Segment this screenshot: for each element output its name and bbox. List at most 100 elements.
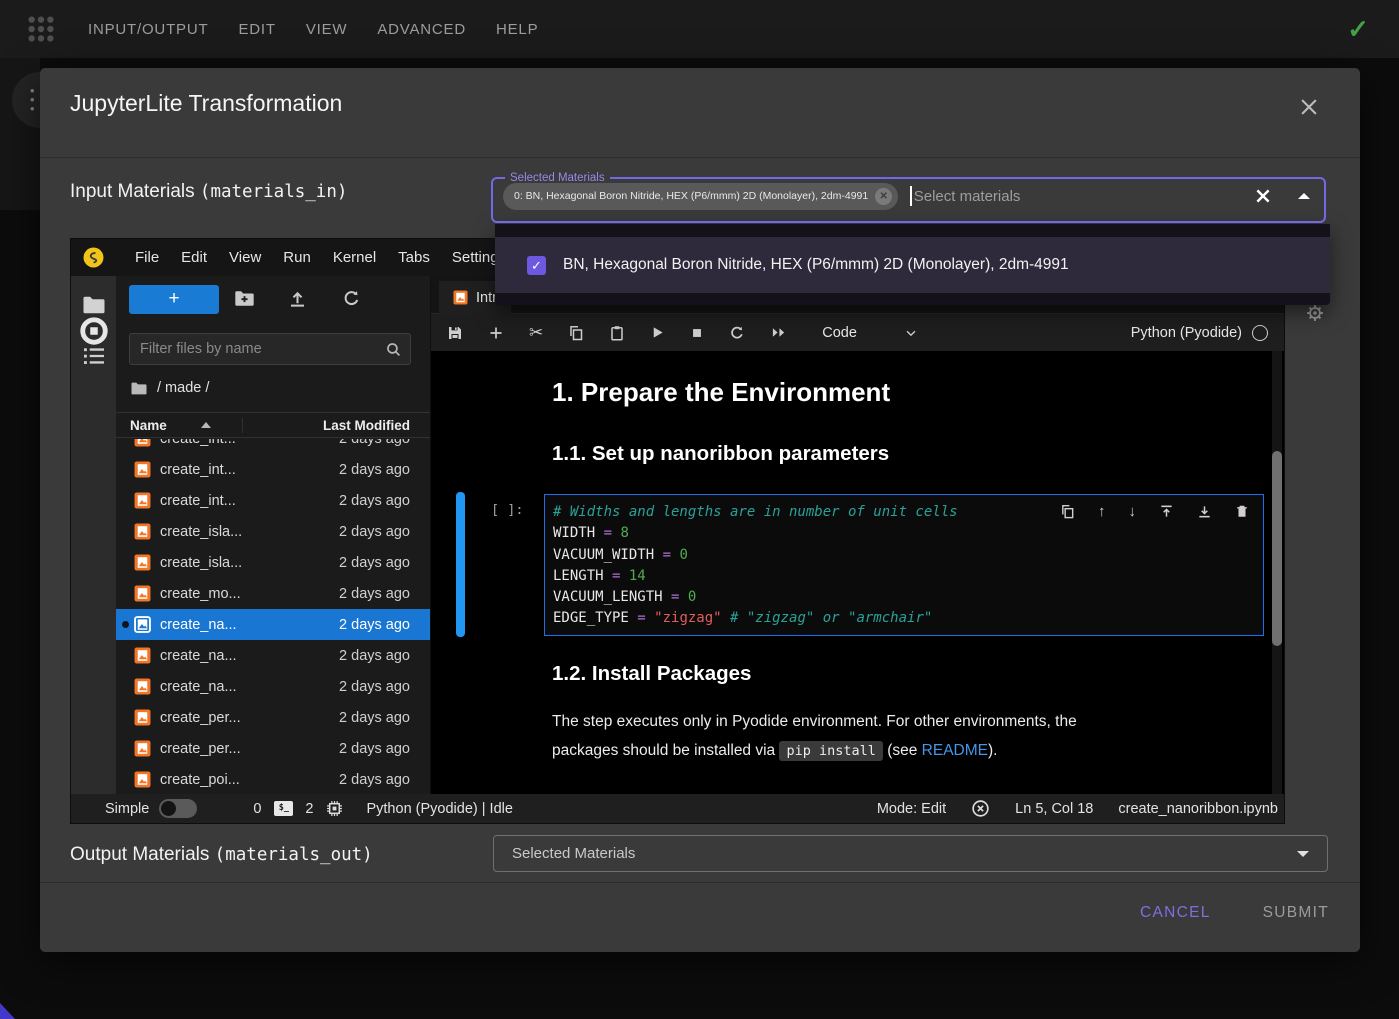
file-row[interactable]: create_na...2 days ago xyxy=(116,640,430,671)
duplicate-cell-icon[interactable] xyxy=(1060,504,1075,519)
input-materials-select[interactable]: Selected Materials 0: BN, Hexagonal Boro… xyxy=(491,172,1326,223)
move-cell-up-icon[interactable]: ↑ xyxy=(1098,503,1106,520)
jlab-menu-view[interactable]: View xyxy=(218,249,272,266)
file-browser-icon[interactable] xyxy=(82,294,106,316)
jupyterlite-transformation-dialog: JupyterLite Transformation Input Materia… xyxy=(40,68,1360,952)
file-name: create_mo... xyxy=(160,586,241,602)
move-cell-down-icon[interactable]: ↓ xyxy=(1129,503,1137,520)
material-chip[interactable]: 0: BN, Hexagonal Boron Nitride, HEX (P6/… xyxy=(503,183,898,210)
notebook-content[interactable]: 1. Prepare the Environment 1.1. Set up n… xyxy=(431,351,1284,794)
insert-cell-above-icon[interactable] xyxy=(1159,504,1174,519)
kernels-count[interactable]: 2 xyxy=(305,801,313,817)
chevron-down-icon[interactable] xyxy=(904,326,918,340)
notebook-toolbar: ✂ xyxy=(431,314,1284,351)
editor-mode[interactable]: Mode: Edit xyxy=(877,801,946,817)
menu-help[interactable]: HELP xyxy=(496,21,538,38)
kernel-status-text[interactable]: Python (Pyodide) | Idle xyxy=(366,801,512,817)
collapse-dropdown-icon[interactable] xyxy=(1298,193,1310,199)
dropdown-option[interactable]: ✓ BN, Hexagonal Boron Nitride, HEX (P6/m… xyxy=(495,237,1330,293)
restart-kernel-icon[interactable] xyxy=(729,325,745,341)
menu-edit[interactable]: EDIT xyxy=(238,21,275,38)
column-name[interactable]: Name xyxy=(116,418,242,433)
cell-toolbar: ↑ ↓ xyxy=(1060,503,1249,520)
cursor-position[interactable]: Ln 5, Col 18 xyxy=(1015,801,1093,817)
breadcrumb[interactable]: / made / xyxy=(130,380,209,396)
menu-view[interactable]: VIEW xyxy=(306,21,348,38)
file-modified: 2 days ago xyxy=(339,462,410,478)
delete-cell-icon[interactable] xyxy=(1235,504,1249,519)
file-row[interactable]: create_per...2 days ago xyxy=(116,733,430,764)
gear-icon[interactable] xyxy=(1306,304,1324,322)
file-row[interactable]: create_per...2 days ago xyxy=(116,702,430,733)
submit-button[interactable]: SUBMIT xyxy=(1263,904,1329,922)
file-row[interactable]: create_na...2 days ago xyxy=(116,609,430,640)
jupyterlite-logo-icon xyxy=(83,247,104,268)
upload-icon[interactable] xyxy=(288,289,307,308)
notebook-panel: Intr ✂ xyxy=(431,276,1284,794)
file-row[interactable]: create_int...2 days ago xyxy=(116,485,430,516)
file-list-header: Name Last Modified xyxy=(116,412,430,438)
simple-mode-label: Simple xyxy=(105,801,149,817)
refresh-icon[interactable] xyxy=(342,289,361,308)
new-launcher-button[interactable]: + xyxy=(129,285,219,314)
file-row[interactable]: create_int...2 days ago xyxy=(116,454,430,485)
file-row[interactable]: create_isla...2 days ago xyxy=(116,516,430,547)
terminals-count[interactable]: 0 xyxy=(253,801,261,817)
checked-checkbox[interactable]: ✓ xyxy=(527,256,546,275)
readme-link[interactable]: README xyxy=(922,742,988,759)
chip-delete-icon[interactable]: ✕ xyxy=(875,188,892,205)
notebook-file-icon xyxy=(134,492,151,509)
code-cell[interactable]: # Widths and lengths are in number of un… xyxy=(544,494,1264,636)
notebook-file-icon xyxy=(134,461,151,478)
file-row[interactable]: create_int...2 days ago xyxy=(116,439,430,454)
file-modified: 2 days ago xyxy=(339,679,410,695)
kernel-chip-icon xyxy=(326,800,343,817)
jlab-menu-tabs[interactable]: Tabs xyxy=(387,249,441,266)
stop-icon[interactable] xyxy=(690,326,704,340)
kernel-indicator[interactable]: Python (Pyodide) xyxy=(1131,325,1268,341)
jupyterlab-window: File Edit View Run Kernel Tabs Settings … xyxy=(70,238,1285,824)
cell-selection-bar[interactable] xyxy=(456,492,465,637)
material-search-input[interactable] xyxy=(912,188,1254,205)
simple-mode-toggle[interactable] xyxy=(159,799,197,818)
column-last-modified[interactable]: Last Modified xyxy=(242,418,430,433)
shield-x-icon[interactable] xyxy=(971,799,990,818)
new-folder-icon[interactable] xyxy=(234,289,255,308)
file-row[interactable]: create_poi...2 days ago xyxy=(116,764,430,794)
file-row[interactable]: create_isla...2 days ago xyxy=(116,547,430,578)
file-name: create_poi... xyxy=(160,772,240,788)
jlab-menu-run[interactable]: Run xyxy=(272,249,322,266)
activity-bar xyxy=(71,276,116,794)
menu-input-output[interactable]: INPUT/OUTPUT xyxy=(88,21,208,38)
run-icon[interactable] xyxy=(650,325,665,340)
file-modified: 2 days ago xyxy=(339,586,410,602)
header-divider xyxy=(40,157,1360,158)
jlab-menu-kernel[interactable]: Kernel xyxy=(322,249,387,266)
file-row[interactable]: create_mo... 2 days ago xyxy=(116,578,430,609)
table-of-contents-icon[interactable] xyxy=(82,346,106,366)
add-cell-icon[interactable] xyxy=(488,325,504,341)
jlab-menu-file[interactable]: File xyxy=(124,249,170,266)
scrollbar-thumb[interactable] xyxy=(1272,451,1282,646)
running-kernels-icon[interactable] xyxy=(79,316,109,346)
paste-icon[interactable] xyxy=(609,325,625,341)
folder-icon xyxy=(130,381,148,396)
menu-advanced[interactable]: ADVANCED xyxy=(377,21,466,38)
close-icon[interactable] xyxy=(1298,96,1320,118)
save-icon[interactable] xyxy=(447,325,463,341)
output-materials-select[interactable]: Selected Materials xyxy=(493,835,1328,872)
sort-ascending-icon xyxy=(201,422,211,428)
insert-cell-below-icon[interactable] xyxy=(1197,504,1212,519)
notebook-heading-1: 1. Prepare the Environment xyxy=(552,377,890,408)
clear-selection-icon[interactable] xyxy=(1254,187,1272,205)
restart-run-all-icon[interactable] xyxy=(770,325,787,340)
input-materials-label: Input Materials (materials_in) xyxy=(70,181,347,203)
cut-icon[interactable]: ✂ xyxy=(529,325,543,341)
cell-type-select[interactable]: Code xyxy=(822,325,857,341)
filter-files-input[interactable] xyxy=(130,334,360,364)
cancel-button[interactable]: CANCEL xyxy=(1140,904,1211,922)
jlab-menu-edit[interactable]: Edit xyxy=(170,249,218,266)
copy-icon[interactable] xyxy=(568,325,584,341)
file-row[interactable]: create_na...2 days ago xyxy=(116,671,430,702)
active-filename[interactable]: create_nanoribbon.ipynb xyxy=(1118,801,1278,817)
